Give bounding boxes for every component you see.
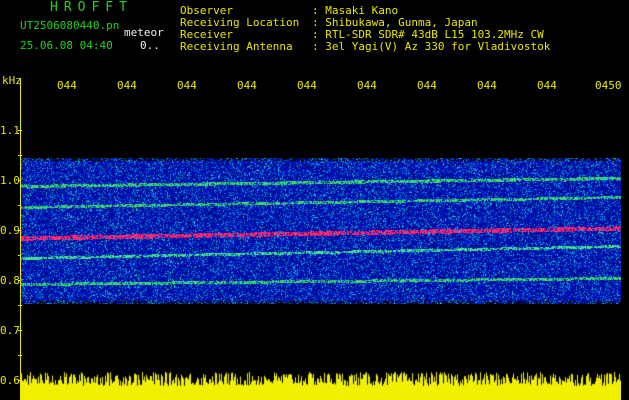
observer-value: : Masaki Kano <box>312 4 399 17</box>
time-tick-label: 044 <box>57 79 77 92</box>
antenna-label: Receiving Antenna <box>180 40 293 53</box>
spectrogram-waterfall <box>21 158 621 304</box>
freq-unit-label: kHz <box>2 74 22 87</box>
time-tick-label: 044 <box>537 79 557 92</box>
freq-tick-mark <box>18 355 22 356</box>
time-tick-label: 044 <box>477 79 497 92</box>
antenna-value: : 3el Yagi(V) Az 330 for Vladivostok <box>312 40 551 53</box>
freq-tick-label: 1.1 <box>0 124 20 137</box>
time-tick-label: 044 <box>357 79 377 92</box>
time-tick-label: 044 <box>237 79 257 92</box>
freq-tick-label: 0.9 <box>0 224 20 237</box>
freq-tick-mark <box>18 330 22 331</box>
freq-tick-mark <box>18 305 22 306</box>
receiver-label: Receiver <box>180 28 233 41</box>
app-title: HROFFT <box>50 0 133 15</box>
location-label: Receiving Location <box>180 16 300 29</box>
freq-tick-label: 0.8 <box>0 274 20 287</box>
event-label: meteor <box>124 26 164 39</box>
observer-label: Observer <box>180 4 233 17</box>
freq-tick-label: 0.7 <box>0 324 20 337</box>
time-tick-label: 044 <box>417 79 437 92</box>
receiver-value: : RTL-SDR SDR# 43dB L15 103.2MHz CW <box>312 28 544 41</box>
freq-tick-mark <box>18 155 22 156</box>
file-name: UT2506080440.pn <box>20 19 120 32</box>
freq-tick-mark <box>18 130 22 131</box>
signal-level-bars <box>21 368 621 400</box>
freq-tick-label: 0.6 <box>0 374 20 387</box>
location-value: : Shibukawa, Gunma, Japan <box>312 16 478 29</box>
date-time: 25.06.08 04:40 <box>20 39 113 52</box>
time-tick-label: 044 <box>117 79 137 92</box>
time-tick-label: 044 <box>297 79 317 92</box>
freq-tick-label: 1.0 <box>0 174 20 187</box>
time-tick-label: 0450 <box>595 79 622 92</box>
count-readout: 0.. <box>140 39 160 52</box>
time-tick-label: 044 <box>177 79 197 92</box>
